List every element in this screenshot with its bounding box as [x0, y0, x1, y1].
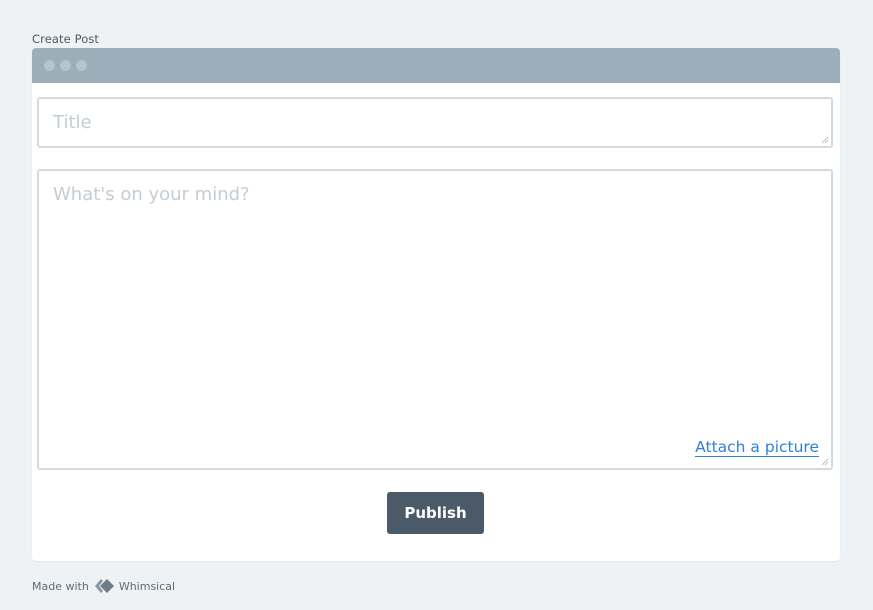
whimsical-logo-icon [94, 579, 114, 593]
resize-grip-icon[interactable] [821, 136, 829, 144]
made-with-text: Made with [32, 579, 89, 593]
attach-picture-link[interactable]: Attach a picture [695, 438, 819, 457]
title-placeholder: Title [53, 112, 92, 133]
title-input[interactable]: Title [37, 97, 833, 148]
window-dot-icon [44, 60, 55, 71]
brand-name: Whimsical [118, 579, 176, 593]
footer: Made with Whimsical [32, 578, 175, 594]
frame-label: Create Post [32, 32, 100, 46]
publish-button[interactable]: Publish [387, 492, 484, 534]
resize-grip-icon[interactable] [821, 458, 829, 466]
window-dot-icon [76, 60, 87, 71]
window-dot-icon [60, 60, 71, 71]
window-titlebar [32, 48, 840, 83]
post-body-textarea[interactable]: What's on your mind? Attach a picture [37, 169, 833, 470]
create-post-window: Title What's on your mind? Attach a pict… [32, 48, 840, 561]
body-placeholder: What's on your mind? [53, 184, 250, 205]
